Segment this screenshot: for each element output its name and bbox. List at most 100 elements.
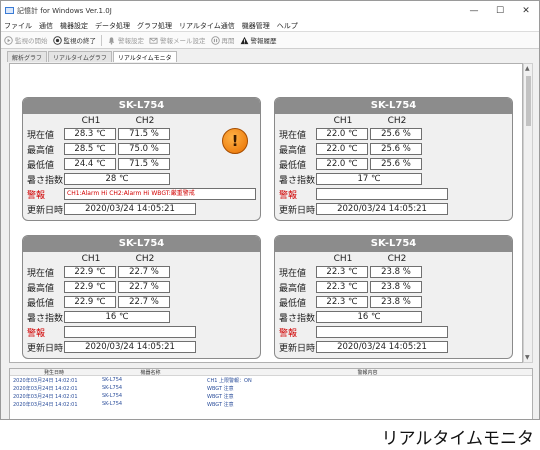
alarm-value [64,326,196,338]
menu-device-management[interactable]: 機器管理 [242,21,270,31]
alarm-row: 警報 CH1:Alarm Hi CH2:Alarm Hi WBGT:厳重警戒 [27,187,258,201]
log-time: 2020年03月24日 14:02:01 [13,385,78,392]
alarm-history-button[interactable]: 警報履歴 [240,35,277,45]
tab-analysis-graph[interactable]: 解析グラフ [7,51,48,62]
start-monitoring-label: 監視の開始 [15,37,48,45]
panel-title: SK-L754 [23,98,260,114]
resume-button[interactable]: 再開 [210,35,235,45]
ch2-header: CH2 [135,116,155,126]
alarm-mail-settings-label: 警報メール設定 [160,37,206,45]
updated-label: 更新日時 [27,205,64,216]
tab-realtime-graph[interactable]: リアルタイムグラフ [48,51,112,62]
ch1-max-value: 22.3 ℃ [316,281,368,293]
list-item[interactable]: 2020年03月24日 14:02:01 SK-L754 WBGT 注意 [10,392,532,400]
alarm-label: 警報 [27,190,46,201]
warning-icon [240,36,248,44]
tab-realtime-monitor[interactable]: リアルタイムモニタ [112,51,177,62]
min-label: 最低値 [27,298,55,309]
min-label: 最低値 [279,298,307,309]
list-item[interactable]: 2020年03月24日 14:02:01 SK-L754 CH1 上限警報：ON [10,376,532,384]
min-row: 最低値 22.9 ℃ 22.7 % [27,295,172,309]
menu-file[interactable]: ファイル [4,21,32,31]
stop-monitoring-label: 監視の終了 [63,37,97,45]
ch1-header: CH1 [81,254,101,264]
current-row: 現在値 22.3 ℃ 23.8 % [279,265,424,279]
log-device: SK-L754 [102,377,123,383]
ch2-min-value: 71.5 % [118,158,170,170]
alarm-settings-label: 警報設定 [118,37,144,45]
updated-row: 更新日時 2020/03/24 14:05:21 [27,202,198,216]
updated-label: 更新日時 [27,343,64,354]
ch1-header: CH1 [81,116,101,126]
title-bar: 記憶計 for Windows Ver.1.0J — ☐ ✕ [1,1,539,20]
alarm-mail-settings-button[interactable]: 警報メール設定 [149,35,206,45]
updated-label: 更新日時 [279,343,316,354]
max-label: 最高値 [279,145,307,156]
ch1-current-value: 28.3 ℃ [64,128,116,140]
vertical-scrollbar[interactable]: ▲ ▼ [523,63,533,363]
alarm-warning-icon[interactable]: ! [222,128,248,154]
resume-label: 再開 [221,37,235,45]
toolbar-separator [101,34,102,46]
list-item[interactable]: 2020年03月24日 14:02:01 SK-L754 WBGT 注意 [10,400,532,408]
menu-realtime-communication[interactable]: リアルタイム通信 [179,21,235,31]
play-icon [4,35,13,45]
mail-icon [149,37,158,44]
scrollbar-thumb[interactable] [526,76,531,126]
stop-monitoring-button[interactable]: 監視の終了 [52,35,97,45]
alarm-row: 警報 [27,325,198,339]
log-device: SK-L754 [102,401,123,407]
ch1-max-value: 28.5 ℃ [64,143,116,155]
menu-help[interactable]: ヘルプ [277,21,298,31]
log-header-device[interactable]: 機器名称 [98,369,203,376]
scroll-up-icon[interactable]: ▲ [525,65,530,72]
start-monitoring-button[interactable]: 監視の開始 [4,35,48,45]
alarm-value: CH1:Alarm Hi CH2:Alarm Hi WBGT:厳重警戒 [64,188,256,200]
scroll-down-icon[interactable]: ▼ [525,354,530,361]
resume-icon [210,35,220,45]
updated-value: 2020/03/24 14:05:21 [64,203,196,215]
log-content: WBGT 注意 [207,385,234,392]
menu-graph-processing[interactable]: グラフ処理 [137,21,172,31]
ch2-header: CH2 [135,254,155,264]
max-row: 最高値 28.5 ℃ 75.0 % [27,142,172,156]
max-label: 最高値 [27,283,55,294]
device-panel: SK-L754 CH1 CH2 現在値 28.3 ℃ 71.5 % 最高値 28… [22,97,261,221]
device-panel: SK-L754 CH1 CH2 現在値 22.3 ℃ 23.8 % 最高値 22… [274,235,513,359]
ch1-current-value: 22.0 ℃ [316,128,368,140]
updated-row: 更新日時 2020/03/24 14:05:21 [27,340,198,354]
current-label: 現在値 [279,268,307,279]
alarm-log-list: 発生日時 機器名称 警報内容 2020年03月24日 14:02:01 SK-L… [9,368,533,419]
current-label: 現在値 [27,130,55,141]
minimize-button[interactable]: — [461,6,487,16]
min-row: 最低値 22.3 ℃ 23.8 % [279,295,424,309]
ch1-min-value: 22.9 ℃ [64,296,116,308]
list-item[interactable]: 2020年03月24日 14:02:01 SK-L754 WBGT 注意 [10,384,532,392]
max-row: 最高値 22.0 ℃ 25.6 % [279,142,424,156]
alarm-value [316,326,448,338]
alarm-label: 警報 [279,328,298,339]
alarm-row: 警報 [279,187,450,201]
alarm-row: 警報 [279,325,450,339]
ch2-max-value: 22.7 % [118,281,170,293]
log-header-time[interactable]: 発生日時 [10,369,98,376]
log-content: WBGT 注意 [207,393,234,400]
log-content: CH1 上限警報：ON [207,377,252,384]
updated-value: 2020/03/24 14:05:21 [316,341,448,353]
close-button[interactable]: ✕ [513,6,539,16]
log-header: 発生日時 機器名称 警報内容 [10,369,532,376]
ch1-min-value: 24.4 ℃ [64,158,116,170]
ch1-max-value: 22.9 ℃ [64,281,116,293]
menu-data-processing[interactable]: データ処理 [95,21,130,31]
menu-device-settings[interactable]: 機器設定 [60,21,88,31]
menu-communication[interactable]: 通信 [39,21,53,31]
log-time: 2020年03月24日 14:02:01 [13,393,78,400]
updated-label: 更新日時 [279,205,316,216]
alarm-settings-button[interactable]: 警報設定 [107,35,144,45]
ch1-header: CH1 [333,116,353,126]
log-time: 2020年03月24日 14:02:01 [13,401,78,408]
app-icon [5,7,14,14]
maximize-button[interactable]: ☐ [487,6,513,16]
wbgt-label: 暑さ指数 [279,175,316,186]
log-header-content[interactable]: 警報内容 [203,369,532,376]
